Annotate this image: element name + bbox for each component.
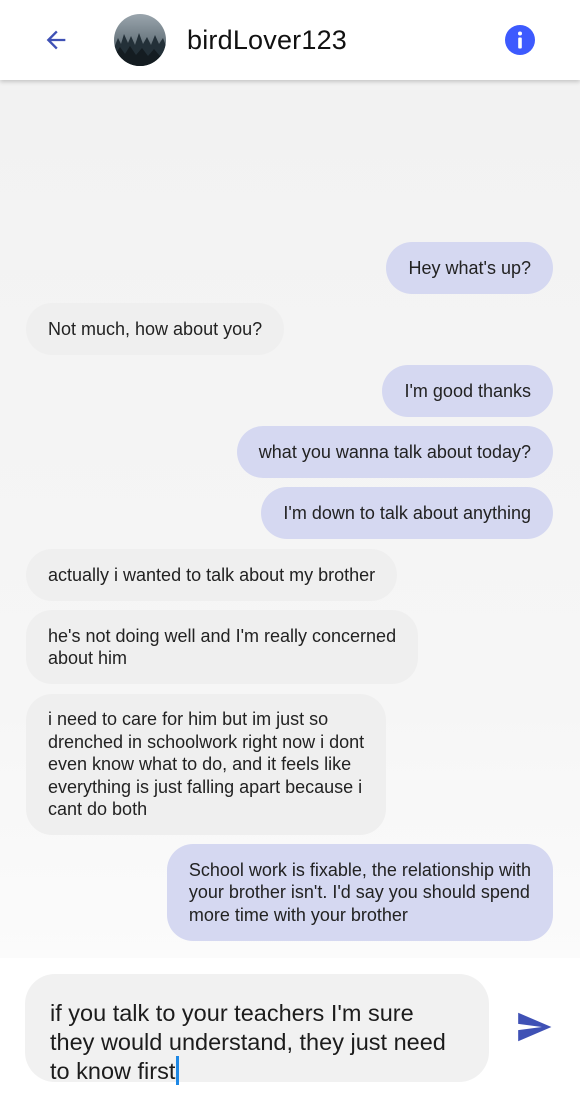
- chat-header: birdLover123: [0, 0, 580, 80]
- send-icon: [518, 1012, 552, 1042]
- back-button[interactable]: [36, 20, 76, 60]
- send-button[interactable]: [514, 1007, 554, 1047]
- message-bubble-outgoing: what you wanna talk about today?: [236, 426, 553, 478]
- message-bubble-incoming: i need to care for him but im just so dr…: [26, 694, 387, 835]
- message-bubble-incoming: actually i wanted to talk about my broth…: [26, 549, 398, 601]
- message-bubble-incoming: he's not doing well and I'm really conce…: [26, 610, 419, 684]
- chat-title: birdLover123: [187, 25, 348, 55]
- message-input-text: if you talk to your teachers I'm sure th…: [50, 1000, 446, 1084]
- message-list[interactable]: Hey what's up? Not much, how about you? …: [0, 80, 580, 958]
- message-bubble-outgoing: I'm down to talk about anything: [261, 487, 553, 539]
- avatar[interactable]: [114, 14, 166, 66]
- message-bubble-incoming: Not much, how about you?: [26, 303, 285, 355]
- message-bubble-outgoing: Hey what's up?: [386, 242, 553, 294]
- info-icon: [505, 25, 535, 55]
- text-caret: [176, 1056, 180, 1085]
- avatar-image: [114, 14, 166, 66]
- message-input[interactable]: if you talk to your teachers I'm sure th…: [25, 974, 489, 1085]
- message-bubble-outgoing: I'm good thanks: [382, 365, 553, 417]
- info-button[interactable]: [503, 23, 537, 57]
- composer-bar: if you talk to your teachers I'm sure th…: [0, 958, 580, 1094]
- message-bubble-outgoing: School work is fixable, the relationship…: [166, 844, 553, 941]
- arrow-back-icon: [46, 30, 66, 50]
